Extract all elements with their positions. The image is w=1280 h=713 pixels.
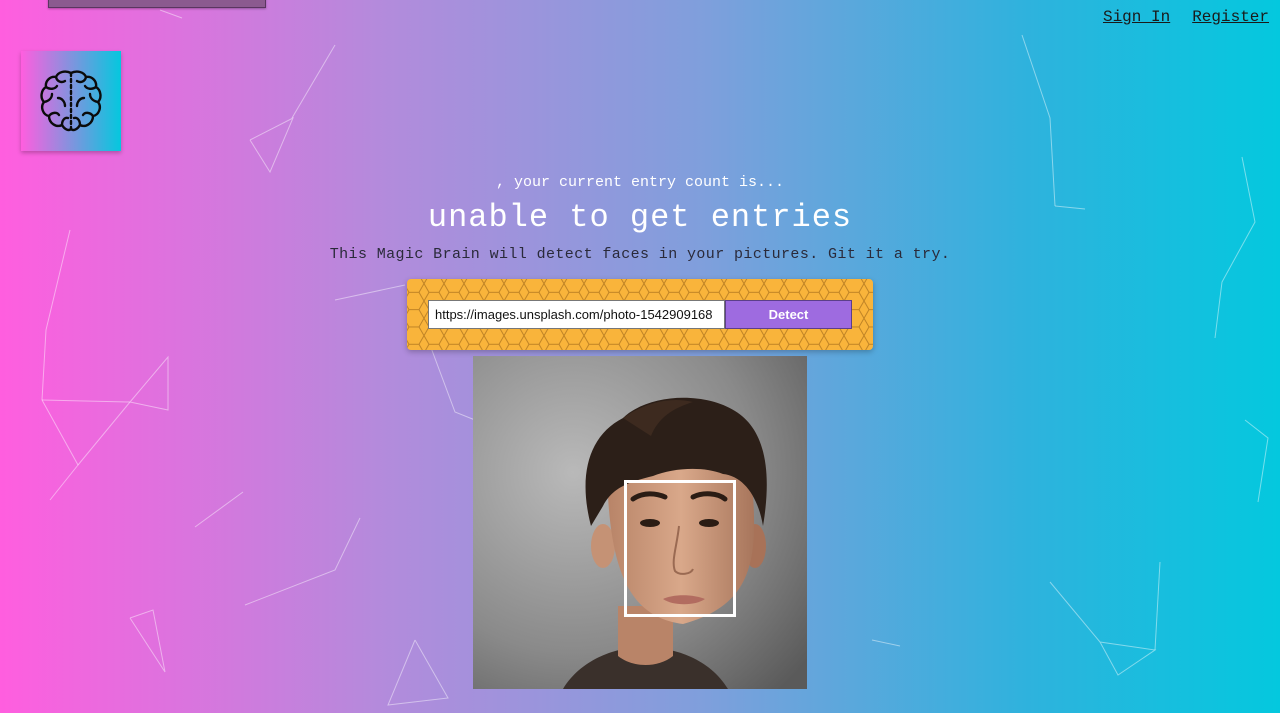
top-nav: Sign In Register [1103, 8, 1269, 26]
image-url-input[interactable] [428, 300, 725, 329]
sign-in-link[interactable]: Sign In [1103, 8, 1170, 26]
entry-count-value: unable to get entries [427, 199, 853, 236]
entry-count-intro: , your current entry count is... [495, 174, 785, 191]
detect-button[interactable]: Detect [725, 300, 852, 329]
face-bounding-box [624, 480, 736, 617]
top-banner-bar [48, 0, 266, 8]
input-image [473, 356, 807, 689]
brain-icon [40, 70, 102, 132]
image-url-form: Detect [407, 279, 873, 350]
logo[interactable] [21, 51, 121, 151]
register-link[interactable]: Register [1192, 8, 1269, 26]
tagline: This Magic Brain will detect faces in yo… [329, 246, 951, 263]
